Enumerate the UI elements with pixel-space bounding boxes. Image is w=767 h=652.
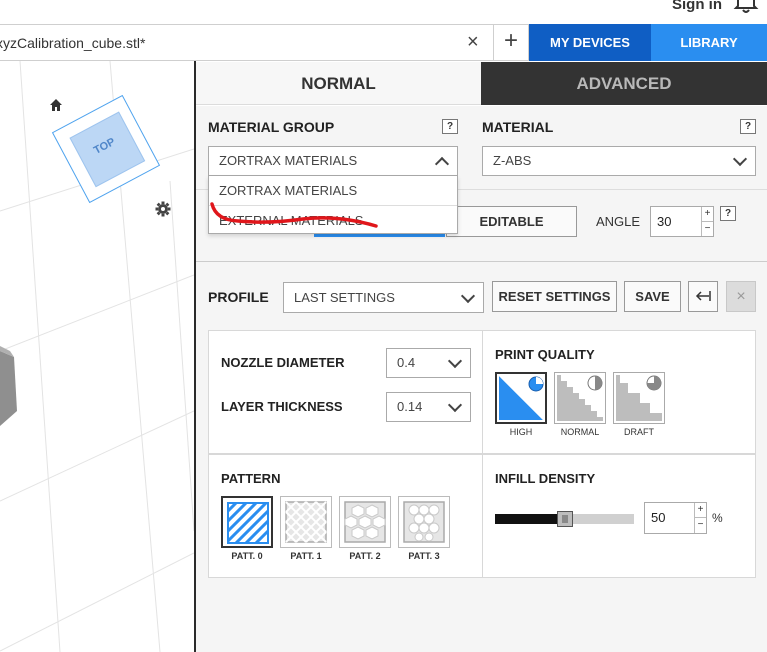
chevron-down-icon — [447, 397, 463, 413]
stepper-down-icon[interactable]: − — [695, 518, 706, 533]
infill-unit: % — [712, 511, 723, 525]
material-help-icon[interactable]: ? — [740, 119, 756, 134]
infill-slider-thumb[interactable] — [557, 511, 573, 527]
infill-slider-fill — [495, 514, 565, 524]
quality-normal-label: NORMAL — [560, 427, 600, 437]
pattern-title: PATTERN — [221, 471, 281, 486]
save-button[interactable]: SAVE — [624, 281, 681, 312]
stepper-up-icon[interactable]: + — [702, 207, 713, 222]
angle-stepper[interactable]: + − — [701, 207, 713, 236]
grip-icon — [562, 515, 568, 523]
nozzle-diameter-value: 0.4 — [397, 355, 416, 370]
pattern-2-button[interactable] — [339, 496, 391, 548]
quality-draft-label: DRAFT — [624, 427, 654, 437]
angle-input[interactable]: 30 + − — [650, 206, 714, 237]
chevron-down-icon — [460, 288, 476, 303]
chevron-down-icon — [732, 151, 748, 167]
quality-high-label: HIGH — [509, 427, 533, 437]
infill-density-title: INFILL DENSITY — [495, 471, 596, 486]
quality-draft-button[interactable] — [613, 372, 665, 424]
nozzle-diameter-select[interactable]: 0.4 — [386, 348, 471, 378]
material-group-select[interactable]: ZORTRAX MATERIALS — [208, 146, 458, 176]
infill-density-value: 50 — [651, 510, 666, 525]
file-tab-name: xyzCalibration_cube.stl* — [0, 35, 146, 51]
arrow-left-icon — [695, 291, 711, 301]
add-tab-button[interactable]: + — [494, 24, 529, 61]
material-value: Z-ABS — [493, 153, 532, 168]
profile-select[interactable]: LAST SETTINGS — [283, 282, 484, 313]
stepper-up-icon[interactable]: + — [695, 503, 706, 518]
tab-advanced[interactable]: ADVANCED — [481, 62, 767, 105]
pattern-0-label: PATT. 0 — [231, 551, 263, 561]
pattern-0-button[interactable] — [221, 496, 273, 548]
infill-density-input[interactable]: 50 + − — [644, 502, 707, 534]
layer-thickness-label: LAYER THICKNESS — [221, 399, 343, 414]
quality-high-icon — [499, 376, 544, 420]
layer-thickness-select[interactable]: 0.14 — [386, 392, 471, 422]
profile-value: LAST SETTINGS — [294, 290, 395, 305]
3d-viewport[interactable]: TOP — [0, 61, 194, 652]
library-button[interactable]: LIBRARY — [651, 24, 767, 61]
editable-button[interactable]: EDITABLE — [446, 206, 577, 237]
layer-thickness-value: 0.14 — [397, 399, 423, 414]
infill-stepper[interactable]: + − — [694, 503, 706, 533]
infill-slider-track[interactable] — [495, 511, 634, 527]
my-devices-button[interactable]: MY DEVICES — [529, 24, 651, 61]
pattern-1-button[interactable] — [280, 496, 332, 548]
reset-settings-button[interactable]: RESET SETTINGS — [492, 281, 617, 312]
quality-draft-icon — [616, 375, 662, 421]
chevron-down-icon — [447, 353, 463, 369]
material-group-help-icon[interactable]: ? — [442, 119, 458, 134]
sign-in-link[interactable]: Sign in — [672, 0, 722, 13]
profile-label: PROFILE — [208, 289, 269, 305]
top-bar — [0, 0, 767, 24]
material-select[interactable]: Z-ABS — [482, 146, 756, 176]
material-group-value: ZORTRAX MATERIALS — [219, 153, 358, 168]
gear-icon[interactable] — [155, 201, 171, 217]
pattern-hexagon-icon — [344, 501, 386, 543]
pattern-3-button[interactable] — [398, 496, 450, 548]
close-tab-icon[interactable]: × — [467, 32, 483, 52]
material-group-label: MATERIAL GROUP — [208, 119, 335, 135]
export-profile-button[interactable] — [688, 281, 718, 312]
material-label: MATERIAL — [482, 119, 554, 135]
angle-value: 30 — [657, 214, 672, 229]
red-annotation-underline — [208, 200, 380, 232]
home-icon[interactable] — [49, 98, 63, 112]
quality-normal-icon — [557, 375, 603, 421]
angle-label: ANGLE — [596, 214, 641, 229]
nozzle-diameter-label: NOZZLE DIAMETER — [221, 355, 345, 370]
stepper-down-icon[interactable]: − — [702, 222, 713, 237]
pattern-diagonal-icon — [226, 501, 270, 545]
pattern-circles-icon — [403, 501, 445, 543]
pattern-crosshatch-icon — [285, 501, 327, 543]
pattern-3-label: PATT. 3 — [408, 551, 440, 561]
delete-profile-button[interactable]: × — [726, 281, 756, 312]
tab-normal[interactable]: NORMAL — [196, 62, 481, 105]
quality-normal-button[interactable] — [554, 372, 606, 424]
pattern-2-label: PATT. 2 — [349, 551, 381, 561]
print-quality-title: PRINT QUALITY — [495, 347, 595, 362]
angle-help-icon[interactable]: ? — [720, 206, 736, 221]
quality-high-button[interactable] — [495, 372, 547, 424]
bell-icon[interactable] — [733, 0, 759, 16]
chevron-up-icon — [434, 156, 450, 172]
pattern-1-label: PATT. 1 — [290, 551, 322, 561]
